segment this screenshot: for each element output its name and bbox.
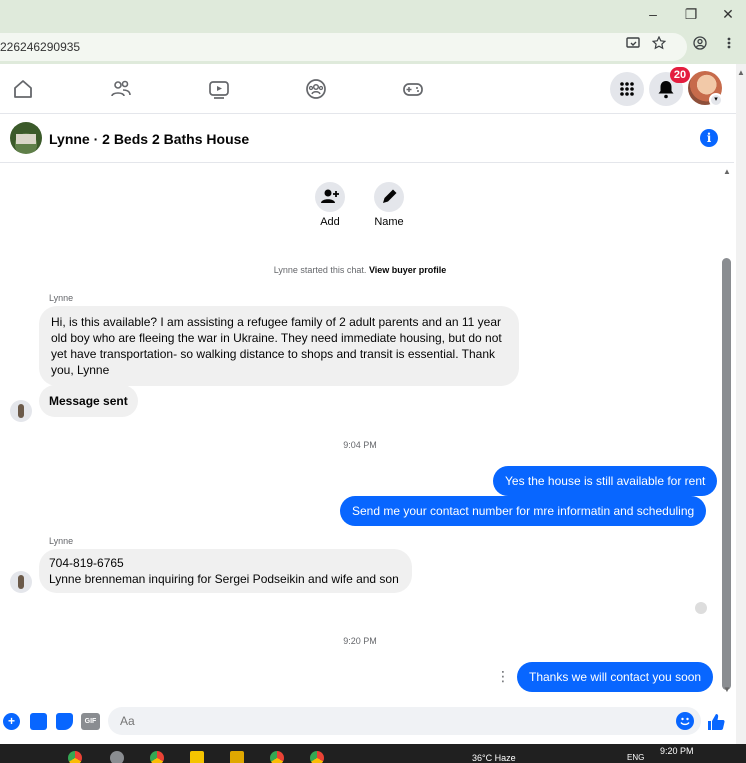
add-person-icon bbox=[321, 189, 339, 203]
message-input[interactable] bbox=[108, 707, 701, 735]
add-label: Add bbox=[320, 216, 340, 228]
chrome-app-icon[interactable] bbox=[270, 751, 284, 763]
address-bar[interactable]: 226246290935 bbox=[0, 33, 687, 61]
timestamp: 9:04 PM bbox=[343, 440, 377, 450]
sender-name: Lynne bbox=[49, 293, 74, 303]
phone-number-line: 704-819-6765 bbox=[49, 556, 124, 570]
message-bubble-outgoing[interactable]: Send me your contact number for mre info… bbox=[340, 496, 707, 526]
scroll-up-arrow-icon[interactable]: ▲ bbox=[723, 167, 731, 176]
page-scrollbar[interactable] bbox=[736, 64, 746, 744]
scroll-down-arrow-icon[interactable]: ▼ bbox=[723, 685, 731, 694]
minimize-button[interactable]: – bbox=[641, 3, 665, 25]
menu-grid-button[interactable] bbox=[610, 72, 644, 106]
clock-time[interactable]: 9:20 PM bbox=[660, 746, 694, 756]
chat-header: Lynne · 2 Beds 2 Baths House i bbox=[0, 115, 734, 163]
add-person-button[interactable] bbox=[315, 182, 345, 212]
avatar[interactable] bbox=[10, 400, 32, 422]
message-bubble-incoming[interactable]: Message sent bbox=[39, 385, 138, 417]
plus-icon[interactable]: + bbox=[3, 713, 20, 730]
gaming-icon[interactable] bbox=[402, 78, 426, 100]
message-bubble-outgoing[interactable]: Yes the house is still available for ren… bbox=[493, 466, 718, 496]
chat-scrollbar-thumb[interactable] bbox=[722, 258, 731, 690]
message-line: Lynne brenneman inquiring for Sergei Pod… bbox=[49, 572, 399, 586]
cast-icon[interactable] bbox=[626, 36, 640, 53]
app-icon[interactable] bbox=[110, 751, 124, 763]
chat-title[interactable]: Lynne · 2 Beds 2 Baths House bbox=[49, 131, 249, 147]
message-bubble-incoming[interactable]: Hi, is this available? I am assisting a … bbox=[39, 306, 519, 386]
profile-icon[interactable] bbox=[693, 36, 707, 53]
language-indicator[interactable]: ENG bbox=[627, 753, 644, 762]
chat-started-notice: Lynne started this chat. View buyer prof… bbox=[0, 265, 720, 275]
files-app-icon[interactable] bbox=[190, 751, 204, 763]
browser-title-bar: – ❐ ✕ bbox=[0, 0, 746, 30]
message-bubble-incoming[interactable]: 704-819-6765 Lynne brenneman inquiring f… bbox=[39, 549, 412, 593]
windows-taskbar: 36°C Haze ENG 9:20 PM bbox=[0, 744, 746, 763]
chrome-app-icon[interactable] bbox=[68, 751, 82, 763]
url-text[interactable]: 226246290935 bbox=[0, 40, 80, 54]
view-buyer-profile-link[interactable]: View buyer profile bbox=[369, 265, 446, 275]
chrome-app-icon[interactable] bbox=[150, 751, 164, 763]
sticker-icon[interactable] bbox=[56, 713, 73, 730]
address-bar-row: 226246290935 bbox=[0, 30, 746, 64]
page-scroll-up-icon[interactable]: ▲ bbox=[737, 68, 745, 77]
more-options-icon[interactable]: ⋮ bbox=[496, 668, 510, 685]
edit-name-button[interactable] bbox=[374, 182, 404, 212]
browser-menu-icon[interactable] bbox=[726, 36, 732, 53]
groups-icon[interactable] bbox=[305, 78, 329, 100]
watch-icon[interactable] bbox=[208, 78, 232, 100]
facebook-top-nav bbox=[0, 64, 746, 114]
bookmark-star-icon[interactable] bbox=[651, 35, 667, 53]
system-text: Lynne started this chat. bbox=[273, 265, 367, 275]
close-window-button[interactable]: ✕ bbox=[716, 3, 740, 25]
sender-name: Lynne bbox=[49, 536, 74, 546]
avatar[interactable] bbox=[10, 571, 32, 593]
pencil-icon bbox=[383, 189, 397, 203]
notification-count-badge: 20 bbox=[670, 67, 690, 83]
chrome-app-icon[interactable] bbox=[310, 751, 324, 763]
info-icon[interactable]: i bbox=[700, 129, 718, 147]
chevron-down-icon[interactable]: ▾ bbox=[709, 93, 723, 107]
home-icon[interactable] bbox=[12, 78, 36, 100]
message-composer: + GIF bbox=[0, 703, 734, 741]
like-thumb-icon[interactable] bbox=[706, 712, 726, 732]
seen-indicator-avatar bbox=[695, 602, 707, 614]
emoji-icon[interactable] bbox=[676, 712, 694, 730]
restore-button[interactable]: ❐ bbox=[679, 3, 703, 25]
photo-icon[interactable] bbox=[30, 713, 47, 730]
timestamp: 9:20 PM bbox=[343, 636, 377, 646]
folder-app-icon[interactable] bbox=[230, 751, 244, 763]
friends-icon[interactable] bbox=[110, 78, 134, 100]
gif-icon[interactable]: GIF bbox=[81, 713, 100, 730]
weather-text[interactable]: 36°C Haze bbox=[472, 753, 516, 763]
message-bubble-outgoing[interactable]: Thanks we will contact you soon bbox=[517, 662, 714, 692]
name-label: Name bbox=[374, 216, 404, 228]
listing-thumbnail[interactable] bbox=[10, 122, 42, 154]
